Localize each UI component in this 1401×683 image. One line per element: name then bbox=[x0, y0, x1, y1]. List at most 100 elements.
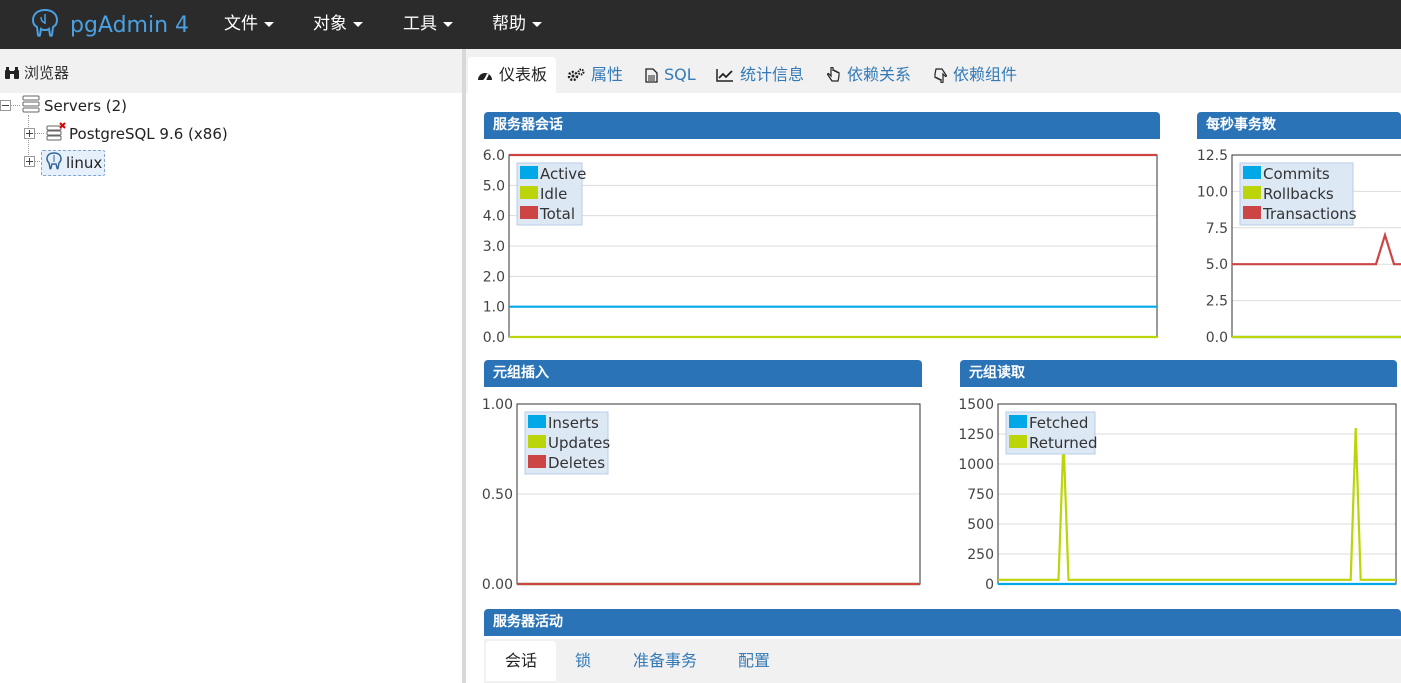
brand[interactable]: pgAdmin 4 bbox=[28, 6, 189, 44]
tree-line bbox=[10, 105, 20, 106]
legend-swatch bbox=[520, 206, 538, 219]
tree-node-postgresql[interactable]: PostgreSQL 9.6 (x86) bbox=[46, 122, 228, 146]
panel-header-tuples-out: 元组读取 bbox=[960, 360, 1397, 387]
chart-transactions-per-second: 0.0 2.5 5.0 7.5 10.0 12.5 Commits Rollbacks Tran… bbox=[1190, 145, 1401, 347]
server-group-icon bbox=[22, 95, 40, 117]
y-tick-label: 1.00 bbox=[482, 397, 513, 413]
activity-tab-bar: 会话 锁 准备事务 配置 bbox=[484, 639, 1401, 683]
y-tick-label: 1000 bbox=[958, 457, 994, 473]
caret-down-icon bbox=[264, 21, 274, 27]
legend-label: Idle bbox=[540, 185, 567, 203]
menu-help[interactable]: 帮助 bbox=[492, 0, 542, 49]
legend-label: Updates bbox=[548, 434, 610, 452]
top-navbar: pgAdmin 4 文件 对象 工具 帮助 bbox=[0, 0, 1401, 49]
tree-node-label: PostgreSQL 9.6 (x86) bbox=[69, 125, 228, 143]
legend-swatch bbox=[520, 166, 538, 179]
tab-prepared-transactions[interactable]: 准备事务 bbox=[614, 641, 716, 681]
y-tick-label: 1250 bbox=[958, 427, 994, 443]
menu-object[interactable]: 对象 bbox=[313, 0, 363, 49]
legend-label: Rollbacks bbox=[1263, 185, 1334, 203]
legend-swatch bbox=[1243, 186, 1261, 199]
caret-down-icon bbox=[443, 21, 453, 27]
hand-point-icon bbox=[934, 68, 947, 83]
menu-help-label: 帮助 bbox=[492, 14, 526, 34]
tab-dashboard-label: 仪表板 bbox=[499, 65, 548, 84]
y-tick-label: 1.0 bbox=[483, 300, 505, 316]
menu-object-label: 对象 bbox=[313, 14, 347, 34]
y-tick-label: 0 bbox=[985, 577, 994, 593]
legend-label: Transactions bbox=[1262, 205, 1357, 223]
series-line-transactions bbox=[1232, 231, 1401, 266]
file-icon bbox=[645, 67, 658, 83]
tree-node-servers[interactable]: Servers (2) bbox=[22, 94, 127, 118]
tab-statistics[interactable]: 统计信息 bbox=[707, 57, 813, 93]
panel-header-sessions: 服务器会话 bbox=[484, 112, 1160, 139]
y-tick-label: 2.5 bbox=[1206, 294, 1228, 310]
tab-configuration[interactable]: 配置 bbox=[719, 641, 789, 681]
menu-tools-label: 工具 bbox=[403, 14, 437, 34]
chart-svg: 0.0 2.5 5.0 7.5 10.0 12.5 Commits Rollbacks Tran… bbox=[1197, 148, 1401, 346]
tab-sessions[interactable]: 会话 bbox=[486, 641, 557, 681]
y-tick-label: 0.0 bbox=[483, 330, 505, 346]
hand-pointer-icon bbox=[827, 67, 840, 82]
legend-label: Commits bbox=[1263, 165, 1330, 183]
y-tick-label: 1500 bbox=[958, 397, 994, 413]
legend-label: Returned bbox=[1029, 434, 1098, 452]
tab-locks[interactable]: 锁 bbox=[556, 641, 610, 681]
main-content: 仪表板 属性 SQL 统计信息 依赖关系 依赖组件 服务器会话 每秒事务数 元组… bbox=[466, 49, 1401, 683]
y-tick-label: 0.00 bbox=[482, 577, 513, 593]
menu-tools[interactable]: 工具 bbox=[403, 0, 453, 49]
y-tick-label: 3.0 bbox=[483, 239, 505, 255]
caret-down-icon bbox=[532, 21, 542, 27]
y-tick-label: 5.0 bbox=[483, 178, 505, 194]
legend-swatch bbox=[1009, 435, 1027, 448]
tab-properties[interactable]: 属性 bbox=[558, 57, 632, 93]
legend-swatch bbox=[528, 435, 546, 448]
legend-label: Active bbox=[540, 165, 586, 183]
tab-dependencies[interactable]: 依赖关系 bbox=[818, 57, 920, 93]
tree-collapse-toggle[interactable] bbox=[0, 100, 11, 111]
panel-header-tuples-in: 元组插入 bbox=[484, 360, 922, 387]
browser-panel: 浏览器 Servers (2) PostgreSQL 9.6 (x86) lin… bbox=[0, 49, 463, 683]
tab-dependents[interactable]: 依赖组件 bbox=[924, 57, 1026, 93]
tree-expand-toggle[interactable] bbox=[24, 156, 35, 167]
browser-panel-header: 浏览器 bbox=[0, 49, 462, 93]
legend-label: Fetched bbox=[1029, 414, 1088, 432]
y-tick-label: 500 bbox=[967, 517, 994, 533]
legend-swatch bbox=[528, 415, 546, 428]
y-tick-label: 12.5 bbox=[1197, 148, 1228, 164]
y-tick-label: 2.0 bbox=[483, 269, 505, 285]
tab-dependencies-label: 依赖关系 bbox=[847, 65, 912, 84]
panel-header-transactions: 每秒事务数 bbox=[1197, 112, 1401, 139]
menu-file[interactable]: 文件 bbox=[224, 0, 274, 49]
line-chart-icon bbox=[716, 69, 733, 82]
legend-swatch bbox=[1243, 166, 1261, 179]
tab-dashboard[interactable]: 仪表板 bbox=[468, 57, 557, 93]
binoculars-icon bbox=[4, 65, 20, 84]
y-tick-label: 7.5 bbox=[1206, 221, 1228, 237]
tab-bar: 仪表板 属性 SQL 统计信息 依赖关系 依赖组件 bbox=[466, 49, 1401, 93]
tab-sql-label: SQL bbox=[664, 65, 696, 84]
tab-properties-label: 属性 bbox=[591, 65, 624, 84]
tree-expand-toggle[interactable] bbox=[24, 128, 35, 139]
caret-down-icon bbox=[353, 21, 363, 27]
server-disconnected-icon bbox=[46, 122, 66, 146]
tab-statistics-label: 统计信息 bbox=[740, 65, 805, 84]
panel-header-activity: 服务器活动 bbox=[484, 609, 1401, 636]
gears-icon bbox=[567, 68, 585, 82]
y-tick-label: 6.0 bbox=[483, 148, 505, 164]
y-tick-label: 5.0 bbox=[1206, 257, 1228, 273]
tree-node-label: Servers (2) bbox=[44, 97, 128, 115]
chart-tuples-out: 0 250 500 750 1000 1250 1500 Fetched Returned bbox=[956, 394, 1401, 596]
browser-title: 浏览器 bbox=[24, 64, 70, 82]
tab-sql[interactable]: SQL bbox=[636, 57, 705, 93]
elephant-logo-icon bbox=[28, 6, 62, 44]
tree-node-linux[interactable]: linux bbox=[41, 150, 106, 176]
chart-server-sessions: 0.0 1.0 2.0 3.0 4.0 5.0 6.0 Active Idle Total bbox=[476, 145, 1160, 347]
legend-label: Deletes bbox=[548, 454, 605, 472]
legend-label: Inserts bbox=[548, 414, 599, 432]
legend-swatch bbox=[1009, 415, 1027, 428]
chart-svg: 0.00 0.50 1.00 Inserts Updates Deletes bbox=[482, 397, 921, 593]
legend-label: Total bbox=[539, 205, 575, 223]
tree-node-label: linux bbox=[66, 154, 103, 172]
